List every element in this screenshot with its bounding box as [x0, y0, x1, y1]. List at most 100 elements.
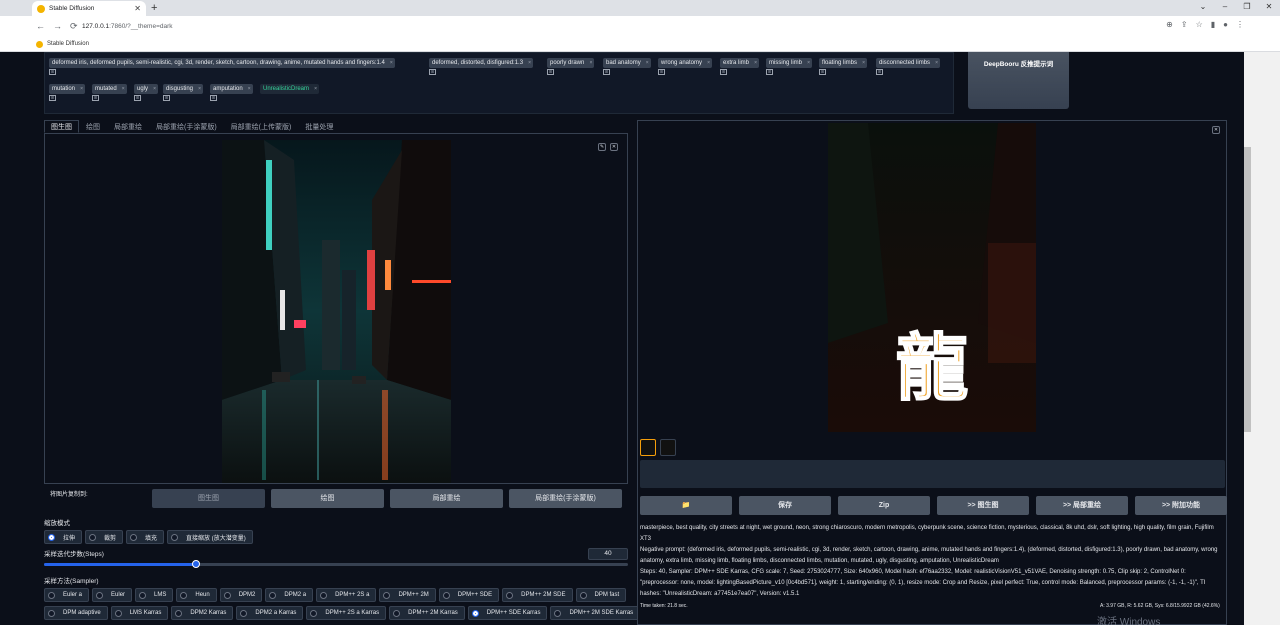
tag-weight-icon[interactable]: ⊞ — [49, 69, 56, 75]
tag-chip[interactable]: wrong anatomy × ⊞ — [658, 58, 713, 75]
tag-chip[interactable]: floating limbs × ⊞ — [819, 58, 868, 75]
close-window-icon[interactable]: ✕ — [1258, 0, 1280, 14]
tag-weight-icon[interactable]: ⊞ — [429, 69, 436, 75]
tag-weight-icon[interactable]: ⊞ — [92, 95, 99, 101]
copy-to-inpaint-sketch-button[interactable]: 局部重绘(手涂蒙版) — [509, 489, 622, 508]
tag-weight-icon[interactable]: ⊞ — [210, 95, 217, 101]
menu-icon[interactable]: ⋮ — [1236, 20, 1244, 29]
zoom-icon[interactable]: ⊕ — [1166, 20, 1173, 29]
tag-weight-icon[interactable]: ⊞ — [603, 69, 610, 75]
browser-tab[interactable]: Stable Diffusion ✕ — [32, 1, 146, 16]
gallery-thumb[interactable] — [660, 439, 676, 456]
save-button[interactable]: 保存 — [739, 496, 831, 515]
tag-chip[interactable]: deformed iris, deformed pupils, semi-rea… — [49, 58, 395, 75]
close-icon[interactable]: ✕ — [610, 143, 618, 151]
forward-icon[interactable]: → — [53, 21, 62, 32]
remove-tag-icon[interactable]: × — [754, 58, 757, 68]
remove-tag-icon[interactable]: × — [314, 84, 317, 94]
profile-icon[interactable]: ● — [1223, 20, 1228, 29]
page-scrollbar[interactable] — [1244, 52, 1280, 625]
sidepanel-icon[interactable]: ▮ — [1211, 20, 1215, 29]
tag-chip-embedding[interactable]: UnrealisticDream × — [260, 84, 320, 94]
sampler-radio[interactable]: DPM++ SDE Karras — [467, 606, 548, 620]
sampler-radio[interactable]: DPM++ SDE — [438, 588, 500, 602]
tag-chip[interactable]: disconnected limbs × ⊞ — [876, 58, 941, 75]
minimize-icon[interactable]: – — [1214, 0, 1236, 14]
sampler-radio[interactable]: DPM adaptive — [44, 606, 108, 620]
edit-icon[interactable]: ✎ — [598, 143, 606, 151]
send-to-inpaint-button[interactable]: >> 局部重绘 — [1036, 496, 1128, 515]
tag-chip[interactable]: deformed, distorted, disfigured:1.3 × ⊞ — [429, 58, 534, 75]
resize-radio-crop[interactable]: 裁剪 — [85, 530, 124, 544]
sampler-radio[interactable]: DPM++ 2M Karras — [389, 606, 465, 620]
sampler-radio[interactable]: DPM fast — [575, 588, 627, 602]
close-icon[interactable]: ✕ — [1212, 126, 1220, 134]
tag-weight-icon[interactable]: ⊞ — [766, 69, 773, 75]
remove-tag-icon[interactable]: × — [589, 58, 592, 68]
output-image[interactable]: 龍 — [828, 123, 1036, 432]
gallery-thumb[interactable] — [640, 439, 656, 456]
new-tab-icon[interactable]: + — [151, 2, 157, 14]
sampler-radio[interactable]: DPM2 a Karras — [236, 606, 304, 620]
steps-input[interactable]: 40 — [588, 548, 628, 560]
tag-weight-icon[interactable]: ⊞ — [49, 95, 56, 101]
tag-weight-icon[interactable]: ⊞ — [134, 95, 141, 101]
chevron-down-icon[interactable]: ⌄ — [1192, 0, 1214, 14]
tab-inpaint[interactable]: 局部重绘 — [107, 120, 149, 133]
sampler-radio[interactable]: DPM2 a — [265, 588, 314, 602]
tab-sketch[interactable]: 绘图 — [79, 120, 107, 133]
tab-inpaint-sketch[interactable]: 局部重绘(手涂蒙版) — [149, 120, 224, 133]
scrollbar-thumb[interactable] — [1244, 147, 1251, 432]
tag-weight-icon[interactable]: ⊞ — [720, 69, 727, 75]
tag-chip[interactable]: ugly × ⊞ — [134, 84, 159, 101]
tag-chip[interactable]: extra limb × ⊞ — [720, 58, 760, 75]
copy-to-inpaint-button[interactable]: 局部重绘 — [390, 489, 503, 508]
remove-tag-icon[interactable]: × — [807, 58, 810, 68]
tab-inpaint-upload[interactable]: 局部重绘(上传蒙版) — [224, 120, 299, 133]
remove-tag-icon[interactable]: × — [862, 58, 865, 68]
copy-to-img2img-button[interactable]: 图生图 — [152, 489, 265, 508]
tag-weight-icon[interactable]: ⊞ — [163, 95, 170, 101]
tag-chip[interactable]: poorly drawn × ⊞ — [547, 58, 595, 75]
open-folder-button[interactable]: 📁 — [640, 496, 732, 515]
bookmark-item[interactable]: Stable Diffusion — [47, 41, 89, 47]
tag-weight-icon[interactable]: ⊞ — [658, 69, 665, 75]
resize-radio-latent[interactable]: 直接缩放 (放大潜变量) — [167, 530, 253, 544]
remove-tag-icon[interactable]: × — [390, 58, 393, 68]
tag-chip[interactable]: bad anatomy × ⊞ — [603, 58, 651, 75]
resize-radio-fill[interactable]: 填充 — [126, 530, 165, 544]
remove-tag-icon[interactable]: × — [707, 58, 710, 68]
deepbooru-button[interactable]: DeepBooru 反推提示词 — [968, 52, 1069, 109]
tab-img2img[interactable]: 图生图 — [44, 120, 79, 133]
source-image-panel[interactable]: ✎ ✕ — [44, 133, 628, 484]
share-icon[interactable]: ⇪ — [1181, 20, 1188, 29]
tag-weight-icon[interactable]: ⊞ — [547, 69, 554, 75]
remove-tag-icon[interactable]: × — [198, 84, 201, 94]
remove-tag-icon[interactable]: × — [153, 84, 156, 94]
sampler-radio[interactable]: LMS Karras — [110, 606, 169, 620]
sampler-radio[interactable]: DPM2 — [219, 588, 263, 602]
steps-slider[interactable] — [44, 560, 628, 568]
sampler-radio[interactable]: Heun — [176, 588, 217, 602]
tag-chip[interactable]: amputation × ⊞ — [210, 84, 253, 101]
address-bar[interactable]: i 127.0.0.1:7860/?__theme=dark — [82, 19, 1210, 498]
remove-tag-icon[interactable]: × — [935, 58, 938, 68]
sampler-radio[interactable]: Euler a — [44, 588, 90, 602]
tag-chip[interactable]: mutated × ⊞ — [92, 84, 127, 101]
send-to-img2img-button[interactable]: >> 图生图 — [937, 496, 1029, 515]
close-tab-icon[interactable]: ✕ — [134, 4, 141, 13]
sampler-radio[interactable]: DPM++ 2S a Karras — [306, 606, 387, 620]
restore-icon[interactable]: ❐ — [1236, 0, 1258, 14]
remove-tag-icon[interactable]: × — [122, 84, 125, 94]
tag-chip[interactable]: missing limb × ⊞ — [766, 58, 813, 75]
tag-weight-icon[interactable]: ⊞ — [819, 69, 826, 75]
send-to-extras-button[interactable]: >> 附加功能 — [1135, 496, 1227, 515]
copy-to-sketch-button[interactable]: 绘图 — [271, 489, 384, 508]
sampler-radio[interactable]: DPM2 Karras — [171, 606, 234, 620]
sampler-radio[interactable]: DPM++ 2S a — [316, 588, 377, 602]
sampler-radio[interactable]: LMS — [135, 588, 174, 602]
tag-chip[interactable]: disgusting × ⊞ — [163, 84, 204, 101]
tab-batch[interactable]: 批量处理 — [298, 120, 340, 133]
sampler-radio[interactable]: Euler — [92, 588, 133, 602]
resize-radio-stretch[interactable]: 拉伸 — [44, 530, 83, 544]
